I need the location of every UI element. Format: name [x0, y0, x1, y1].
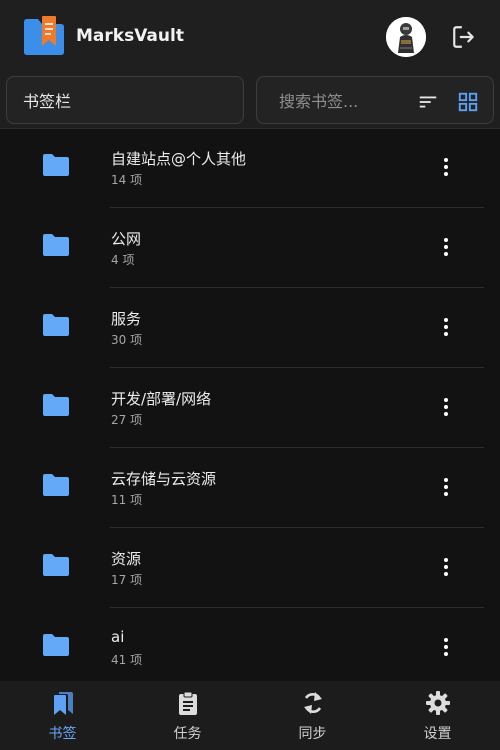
more-vert-icon[interactable] [436, 155, 456, 179]
grid-view-icon[interactable] [457, 91, 479, 113]
clipboard-icon [178, 691, 197, 715]
folder-count: 4 项 [111, 253, 135, 267]
nav-tasks[interactable]: 任务 [125, 681, 250, 750]
user-avatar[interactable] [386, 17, 426, 57]
folder-selector[interactable]: 书签栏 [6, 76, 244, 124]
folder-name: 开发/部署/网络 [111, 390, 212, 408]
folder-name: 资源 [111, 550, 142, 568]
more-vert-icon[interactable] [436, 235, 456, 259]
nav-label: 任务 [173, 726, 202, 742]
folder-row[interactable]: 服务 30 项 [0, 288, 500, 368]
folder-name: 自建站点@个人其他 [111, 150, 247, 168]
folder-icon [43, 394, 69, 416]
folder-name: 公网 [111, 230, 142, 248]
folder-icon [43, 154, 69, 176]
logout-icon[interactable] [451, 24, 477, 50]
folder-row[interactable]: 云存储与云资源 11 项 [0, 448, 500, 528]
folder-count: 41 项 [111, 653, 143, 667]
more-vert-icon[interactable] [436, 315, 456, 339]
nav-label: 设置 [423, 726, 452, 742]
folder-icon [43, 554, 69, 576]
gear-icon [425, 691, 450, 715]
app-header: MarksVault [0, 0, 500, 74]
folder-icon [43, 234, 69, 256]
nav-label: 书签 [48, 726, 77, 742]
search-box [256, 76, 494, 124]
folder-row[interactable]: 开发/部署/网络 27 项 [0, 368, 500, 448]
folder-count: 14 项 [111, 173, 143, 187]
sync-icon [303, 692, 322, 714]
folder-row[interactable]: 资源 17 项 [0, 528, 500, 608]
folder-name: 云存储与云资源 [111, 470, 217, 488]
folder-list: 自建站点@个人其他 14 项 公网 4 项 服务 30 项 开发/部署/网络 2… [0, 128, 500, 681]
more-vert-icon[interactable] [436, 635, 456, 659]
folder-row[interactable]: 自建站点@个人其他 14 项 [0, 128, 500, 208]
folder-count: 27 项 [111, 413, 143, 427]
more-vert-icon[interactable] [436, 395, 456, 419]
nav-sync[interactable]: 同步 [250, 681, 375, 750]
sort-icon[interactable] [417, 91, 439, 113]
folder-count: 30 项 [111, 333, 143, 347]
avatar-image [386, 17, 426, 57]
bottom-nav: 书签 任务 同步 设置 [0, 681, 500, 750]
nav-label: 同步 [298, 726, 327, 742]
folder-icon [43, 474, 69, 496]
more-vert-icon[interactable] [436, 555, 456, 579]
folder-name: ai [111, 628, 125, 646]
folder-row[interactable]: 公网 4 项 [0, 208, 500, 288]
app-logo-icon [24, 16, 64, 55]
folder-icon [43, 634, 69, 656]
folder-selector-label: 书签栏 [23, 92, 72, 111]
app-title: MarksVault [76, 26, 184, 46]
nav-settings[interactable]: 设置 [375, 681, 500, 750]
bookmark-icon [53, 692, 73, 715]
folder-icon [43, 314, 69, 336]
folder-count: 11 项 [111, 493, 143, 507]
folder-count: 17 项 [111, 573, 143, 587]
more-vert-icon[interactable] [436, 475, 456, 499]
nav-bookmarks[interactable]: 书签 [0, 681, 125, 750]
toolbar: 书签栏 [0, 74, 500, 129]
folder-name: 服务 [111, 310, 142, 328]
folder-row[interactable]: ai 41 项 [0, 608, 500, 681]
search-input[interactable] [277, 89, 391, 113]
